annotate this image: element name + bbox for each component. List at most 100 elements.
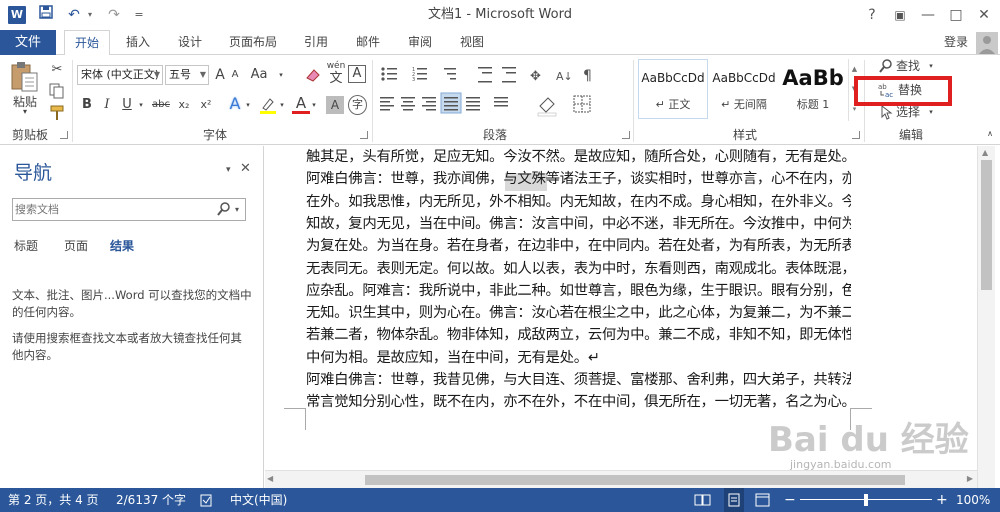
document-line[interactable]: 若兼二者，物体杂乱。物非体知，成敌两立，云何为中。兼二不成，非知不知，即无体性， [306, 324, 851, 346]
page-count[interactable]: 第 2 页，共 4 页 [8, 488, 99, 512]
font-launcher-icon[interactable] [360, 131, 368, 139]
undo-icon[interactable]: ↶ [64, 5, 84, 25]
change-case-button[interactable]: Aa [246, 65, 272, 85]
underline-button[interactable]: U [118, 95, 136, 115]
tab-page-layout[interactable]: 页面布局 [222, 30, 284, 55]
copy-icon[interactable] [48, 82, 66, 100]
minimize-button[interactable]: — [914, 0, 942, 30]
login-link[interactable]: 登录 [936, 30, 976, 55]
vertical-scrollbar[interactable]: ▲ [977, 146, 995, 488]
italic-button[interactable]: I [98, 95, 116, 115]
change-case-dropdown-icon[interactable]: ▾ [276, 65, 286, 85]
search-input[interactable] [15, 201, 211, 218]
find-button[interactable]: 查找 [896, 56, 926, 76]
zoom-slider-thumb[interactable] [864, 494, 868, 506]
chevron-left-icon[interactable]: ◀ [267, 474, 273, 483]
highlight-icon[interactable] [258, 95, 278, 115]
document-line[interactable]: 应杂乱。阿难言：我所说中，非此二种。如世尊言，眼色为缘，生于眼识。眼有分别，色尘 [306, 280, 851, 302]
document-line[interactable]: 无知。识生其中，则为心在。佛言：汝心若在根尘之中，此之心体，为复兼二，为不兼二。 [306, 302, 851, 324]
nav-tab-results[interactable]: 结果 [110, 236, 150, 256]
font-name-combo[interactable]: 宋体 (中文正文) ▼ [77, 65, 163, 85]
read-mode-icon[interactable] [694, 488, 712, 512]
char-shading-icon[interactable]: A [326, 96, 344, 114]
document-line[interactable]: 无表同无。表则无定。何以故。如人以表，表为中时，东看则西，南观成北。表体既混，心 [306, 258, 851, 280]
font-color-dropdown-icon[interactable]: ▾ [310, 95, 318, 115]
document-line[interactable]: 中何为相。是故应知，当在中间，无有是处。↵ [306, 347, 851, 369]
save-icon[interactable] [36, 5, 56, 25]
paragraph-launcher-icon[interactable] [622, 131, 630, 139]
ribbon-display-icon[interactable]: ▣ [886, 0, 914, 30]
char-border-icon[interactable]: A [348, 65, 366, 83]
nav-tab-pages[interactable]: 页面 [64, 236, 100, 256]
find-dropdown-icon[interactable]: ▾ [926, 56, 936, 76]
close-button[interactable]: ✕ [970, 0, 998, 30]
styles-launcher-icon[interactable] [852, 131, 860, 139]
tab-references[interactable]: 引用 [296, 30, 336, 55]
style-heading-1[interactable]: AaBb 标题 1 [780, 59, 846, 119]
tab-home[interactable]: 开始 [64, 30, 110, 56]
scrollbar-thumb[interactable] [981, 160, 992, 290]
underline-dropdown-icon[interactable]: ▾ [136, 95, 146, 115]
highlight-dropdown-icon[interactable]: ▾ [278, 95, 286, 115]
document-line[interactable]: 阿难白佛言：世尊，我亦闻佛，与文殊等诸法王子，谈实相时，世尊亦言，心不在内，亦不 [306, 168, 851, 190]
subscript-button[interactable]: x₂ [174, 95, 194, 115]
chevron-up-icon[interactable]: ▲ [982, 148, 988, 157]
document-line[interactable]: 常言觉知分别心性，既不在内，亦不在外，不在中间，俱无所在，一切无著，名之为心。则 [306, 391, 851, 413]
horizontal-scrollbar[interactable]: ◀ ▶ [265, 470, 977, 488]
word-app-icon[interactable]: W [8, 6, 26, 24]
paste-dropdown-icon[interactable]: ▾ [6, 106, 44, 118]
print-layout-icon[interactable] [724, 488, 744, 512]
cut-icon[interactable]: ✂ [48, 60, 66, 80]
text-effects-icon[interactable]: A [226, 94, 244, 114]
clear-formatting-icon[interactable] [304, 66, 322, 84]
font-color-icon[interactable]: A [292, 93, 310, 112]
tab-design[interactable]: 设计 [170, 30, 210, 55]
help-button[interactable]: ? [858, 0, 886, 30]
tab-insert[interactable]: 插入 [118, 30, 158, 55]
text-effects-dropdown-icon[interactable]: ▾ [244, 95, 252, 115]
customize-qat-icon[interactable]: = [132, 5, 146, 25]
zoom-level[interactable]: 100% [956, 488, 990, 512]
word-count[interactable]: 2/6137 个字 [116, 488, 186, 512]
grow-font-icon[interactable]: A [212, 65, 228, 85]
redo-icon[interactable]: ↷ [104, 5, 124, 25]
document-line[interactable]: 阿难白佛言：世尊，我昔见佛，与大目连、须菩提、富楼那、舍利弗，四大弟子，共转法轮… [306, 369, 851, 391]
style-normal[interactable]: AaBbCcDd ↵ 正文 [638, 59, 708, 119]
paste-icon[interactable] [8, 60, 40, 94]
proofing-icon[interactable] [200, 488, 214, 512]
nav-tab-headings[interactable]: 标题 [14, 236, 50, 256]
zoom-in-button[interactable]: + [936, 488, 948, 512]
shrink-font-icon[interactable]: A [228, 65, 242, 85]
tab-mailings[interactable]: 邮件 [348, 30, 388, 55]
web-layout-icon[interactable] [754, 488, 772, 512]
bold-button[interactable]: B [78, 95, 96, 115]
style-no-spacing[interactable]: AaBbCcDd ↵ 无间隔 [708, 59, 780, 119]
superscript-button[interactable]: x² [196, 95, 216, 115]
font-size-combo[interactable]: 五号 ▼ [165, 65, 209, 85]
document-line[interactable]: 在外。如我思惟，内无所见，外不相知。内无知故，在内不成。身心相知，在外非义。今相 [306, 191, 851, 213]
phonetic-guide-icon[interactable]: 文 [326, 72, 346, 86]
tab-review[interactable]: 审阅 [400, 30, 440, 55]
document-line[interactable]: 为复在处。为当在身。若在身者，在边非中，在中同内。若在处者，为有所表，为无所表。 [306, 235, 851, 257]
scrollbar-thumb[interactable] [365, 475, 905, 485]
undo-dropdown-icon[interactable]: ▾ [84, 5, 96, 25]
collapse-ribbon-icon[interactable]: ∧ [984, 126, 996, 142]
avatar[interactable] [976, 32, 998, 54]
nav-search-box[interactable]: ▾ [12, 198, 246, 221]
chevron-right-icon[interactable]: ▶ [967, 474, 973, 483]
nav-options-icon[interactable]: ▾ [226, 163, 238, 177]
restore-button[interactable]: □ [942, 0, 970, 30]
tab-view[interactable]: 视图 [452, 30, 492, 55]
search-icon[interactable] [217, 201, 231, 218]
format-painter-icon[interactable] [48, 104, 66, 122]
strikethrough-button[interactable]: abc [150, 95, 172, 115]
enclose-char-icon[interactable]: 字 [348, 95, 367, 115]
document-line[interactable]: 知故，复内无见，当在中间。佛言：汝言中间，中必不迷，非无所在。今汝推中，中何为在… [306, 213, 851, 235]
chevron-down-icon[interactable]: ▾ [235, 201, 245, 218]
zoom-out-button[interactable]: − [784, 488, 796, 512]
tab-file[interactable]: 文件 [0, 30, 56, 55]
nav-close-icon[interactable]: ✕ [240, 160, 254, 178]
select-icon[interactable] [878, 104, 894, 120]
find-icon[interactable] [878, 58, 894, 74]
document-line[interactable]: 触其足，头有所觉，足应无知。今汝不然。是故应知，随所合处，心则随有，无有是处。↵ [306, 146, 851, 168]
